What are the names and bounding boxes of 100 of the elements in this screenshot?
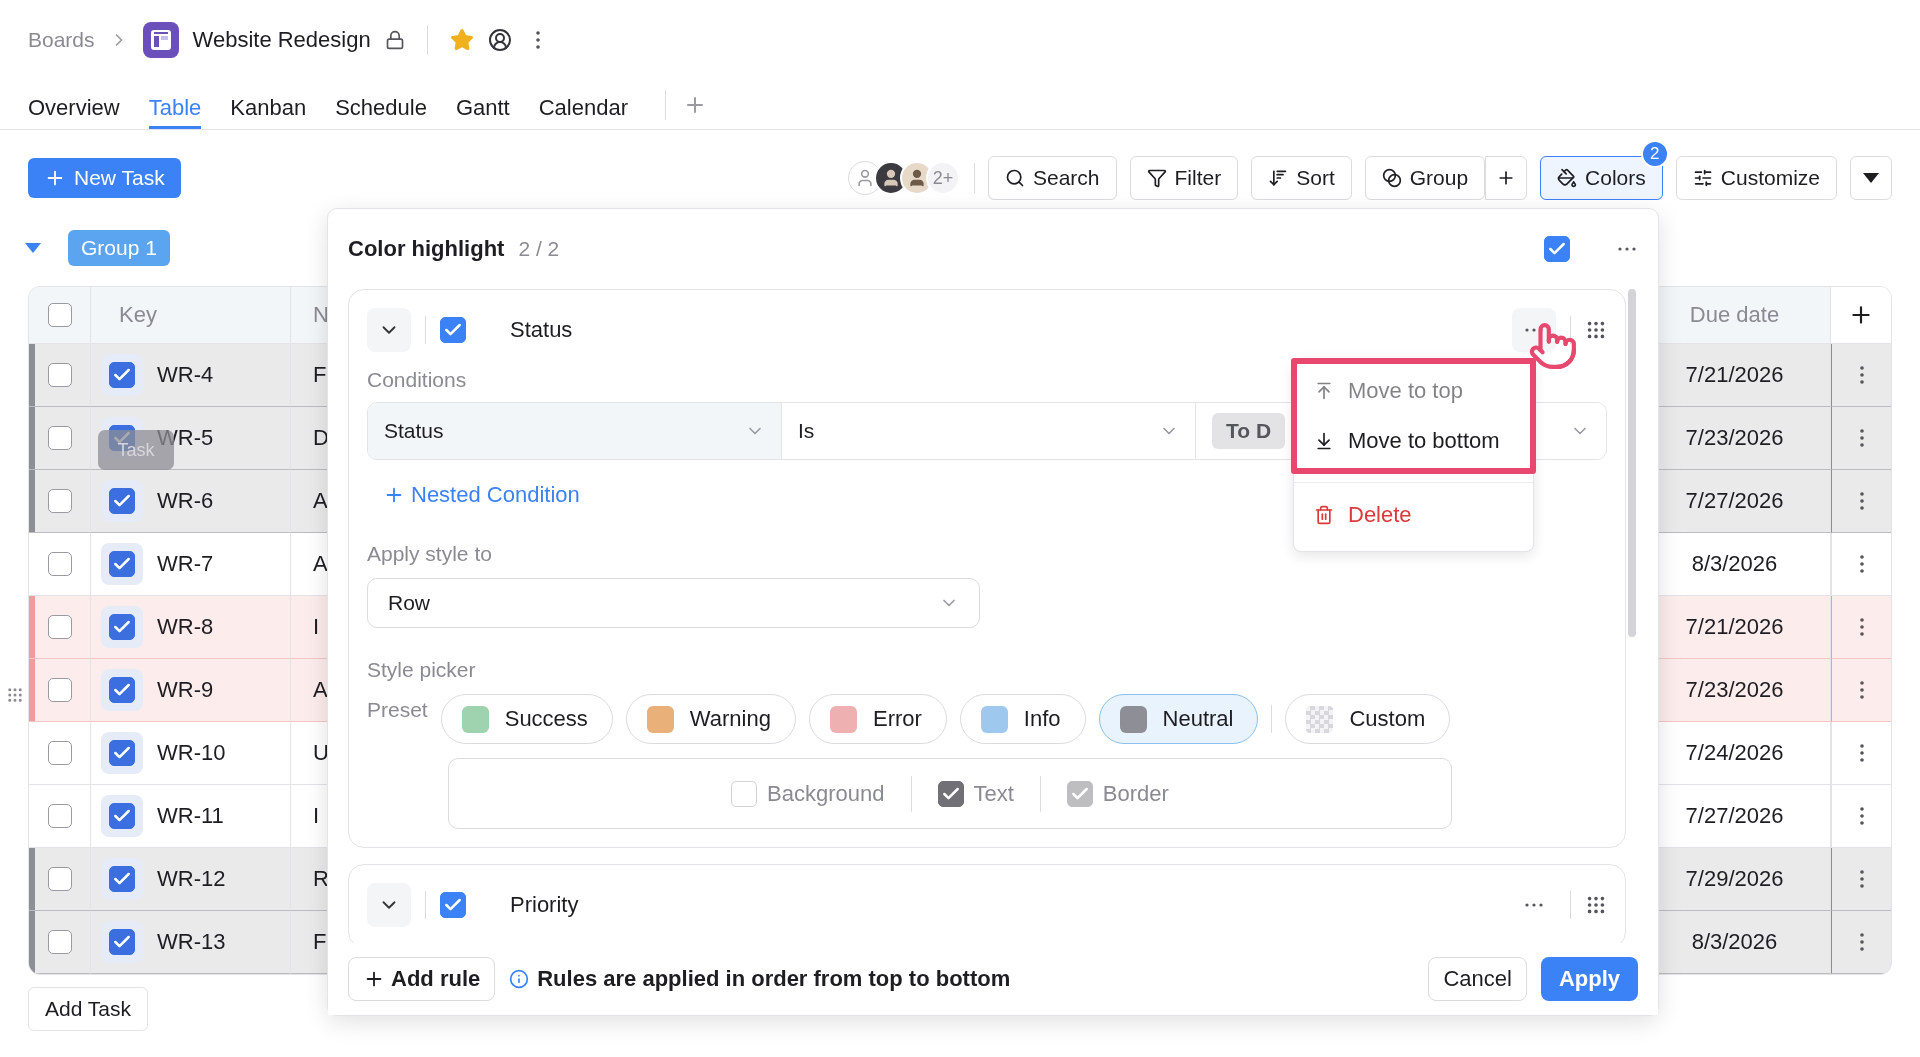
- section-label: Conditions: [367, 368, 467, 392]
- board-title: Website Redesign: [192, 27, 371, 53]
- group-button[interactable]: Group: [1364, 156, 1486, 200]
- lock-icon: [384, 30, 405, 50]
- row-menu-icon[interactable]: [1859, 933, 1864, 951]
- custom-chip[interactable]: Custom: [1285, 694, 1451, 744]
- search-button[interactable]: Search: [988, 156, 1117, 200]
- preset-chip[interactable]: Info: [959, 694, 1086, 744]
- menu-item[interactable]: Delete: [1294, 482, 1533, 546]
- circles-icon: [1381, 168, 1402, 188]
- rule-checkbox[interactable]: [440, 892, 466, 918]
- row-menu-icon[interactable]: [1859, 744, 1864, 762]
- more-icon: [1525, 903, 1543, 907]
- apply-select[interactable]: Row: [367, 578, 980, 628]
- more-icon[interactable]: [1618, 247, 1636, 251]
- style-checkbox[interactable]: [937, 780, 964, 807]
- menu-item[interactable]: Move to bottom: [1297, 416, 1530, 466]
- tab[interactable]: Kanban: [230, 80, 307, 129]
- row-menu-icon[interactable]: [1859, 555, 1864, 573]
- done-checkbox[interactable]: [109, 740, 135, 766]
- done-checkbox[interactable]: [109, 803, 135, 829]
- collapse-icon[interactable]: [24, 242, 42, 254]
- done-checkbox[interactable]: [109, 551, 135, 577]
- done-checkbox[interactable]: [109, 929, 135, 955]
- user-icon: [487, 28, 512, 52]
- table-cell: A: [313, 677, 328, 703]
- preset-chip[interactable]: Success: [440, 694, 613, 744]
- field-select[interactable]: Status: [368, 403, 782, 459]
- dropdown-button[interactable]: [1850, 156, 1892, 200]
- row-menu-icon[interactable]: [1859, 492, 1864, 510]
- row-menu-icon[interactable]: [1859, 807, 1864, 825]
- cancel-button[interactable]: Cancel: [1428, 957, 1527, 1001]
- row-checkbox[interactable]: [47, 552, 72, 576]
- tab[interactable]: Schedule: [335, 80, 427, 129]
- row-checkbox[interactable]: [47, 804, 72, 828]
- row-checkbox[interactable]: [47, 426, 72, 450]
- row-menu-icon[interactable]: [1859, 618, 1864, 636]
- search-icon: [1005, 168, 1025, 188]
- preset-chip[interactable]: Neutral: [1098, 694, 1259, 744]
- table-cell: 7/21/2026: [1685, 614, 1784, 640]
- add-button[interactable]: [1485, 156, 1528, 200]
- preset-chip[interactable]: Warning: [625, 694, 796, 744]
- preset-chip[interactable]: Error: [808, 694, 947, 744]
- row-checkbox[interactable]: [47, 489, 72, 513]
- tab[interactable]: Calendar: [538, 80, 628, 129]
- star-icon[interactable]: [449, 28, 474, 52]
- arrow-down-icon: [1314, 431, 1334, 451]
- checkbox-label: Text: [973, 780, 1014, 807]
- scrollbar-thumb[interactable]: [1628, 289, 1636, 637]
- add-task-button[interactable]: Add Task: [28, 987, 148, 1031]
- table-cell: A: [313, 551, 328, 577]
- done-checkbox[interactable]: [109, 677, 135, 703]
- tab[interactable]: Gantt: [455, 80, 510, 129]
- select-all-checkbox[interactable]: [47, 303, 72, 327]
- table-cell: U: [313, 740, 329, 766]
- customize-button[interactable]: Customize: [1675, 156, 1837, 200]
- table-cell: 7/29/2026: [1685, 866, 1784, 892]
- row-menu-icon[interactable]: [1859, 681, 1864, 699]
- table-cell: 7/27/2026: [1685, 488, 1784, 514]
- row-checkbox[interactable]: [47, 678, 72, 702]
- row-checkbox[interactable]: [47, 867, 72, 891]
- apply-button[interactable]: Apply: [1540, 957, 1638, 1001]
- table-cell: 7/27/2026: [1685, 803, 1784, 829]
- table-cell: F: [313, 362, 327, 388]
- row-menu-icon[interactable]: [1859, 429, 1864, 447]
- row-checkbox[interactable]: [47, 363, 72, 387]
- row-menu-icon[interactable]: [1859, 366, 1864, 384]
- more-icon[interactable]: [535, 31, 540, 49]
- checkbox-label: Border: [1102, 780, 1169, 807]
- row-menu-icon[interactable]: [1859, 870, 1864, 888]
- preset-label: Preset: [367, 698, 428, 722]
- table-cell: WR-7: [157, 551, 214, 577]
- done-checkbox[interactable]: [109, 866, 135, 892]
- table-cell: I: [313, 614, 320, 640]
- done-checkbox[interactable]: [109, 614, 135, 640]
- done-checkbox[interactable]: [109, 488, 135, 514]
- row-checkbox[interactable]: [47, 615, 72, 639]
- nested-condition-link[interactable]: Nested Condition: [367, 482, 596, 508]
- sliders-icon: [1692, 168, 1713, 188]
- checkbox-label: Background: [767, 780, 885, 807]
- table-cell: WR-6: [157, 488, 214, 514]
- person-icon: [907, 168, 927, 188]
- arrow-up-icon: [1314, 381, 1334, 401]
- enable-checkbox[interactable]: [1544, 236, 1570, 262]
- tab[interactable]: Overview: [28, 80, 120, 129]
- add-rule-button[interactable]: Add rule: [348, 957, 496, 1001]
- done-checkbox[interactable]: [109, 362, 135, 388]
- tab[interactable]: Table: [148, 80, 202, 129]
- table-cell: WR-9: [157, 677, 214, 703]
- sort-button[interactable]: Sort: [1251, 156, 1352, 200]
- rule-checkbox[interactable]: [440, 317, 466, 343]
- person-icon: [855, 168, 875, 188]
- row-checkbox[interactable]: [47, 930, 72, 954]
- filter-icon: [1146, 168, 1167, 188]
- new-task-button[interactable]: New Task: [28, 158, 181, 198]
- table-cell: WR-8: [157, 614, 214, 640]
- filter-button[interactable]: Filter: [1129, 156, 1239, 200]
- count-badge: 2: [1640, 140, 1669, 168]
- row-checkbox[interactable]: [47, 741, 72, 765]
- table-cell: 8/3/2026: [1691, 929, 1778, 955]
